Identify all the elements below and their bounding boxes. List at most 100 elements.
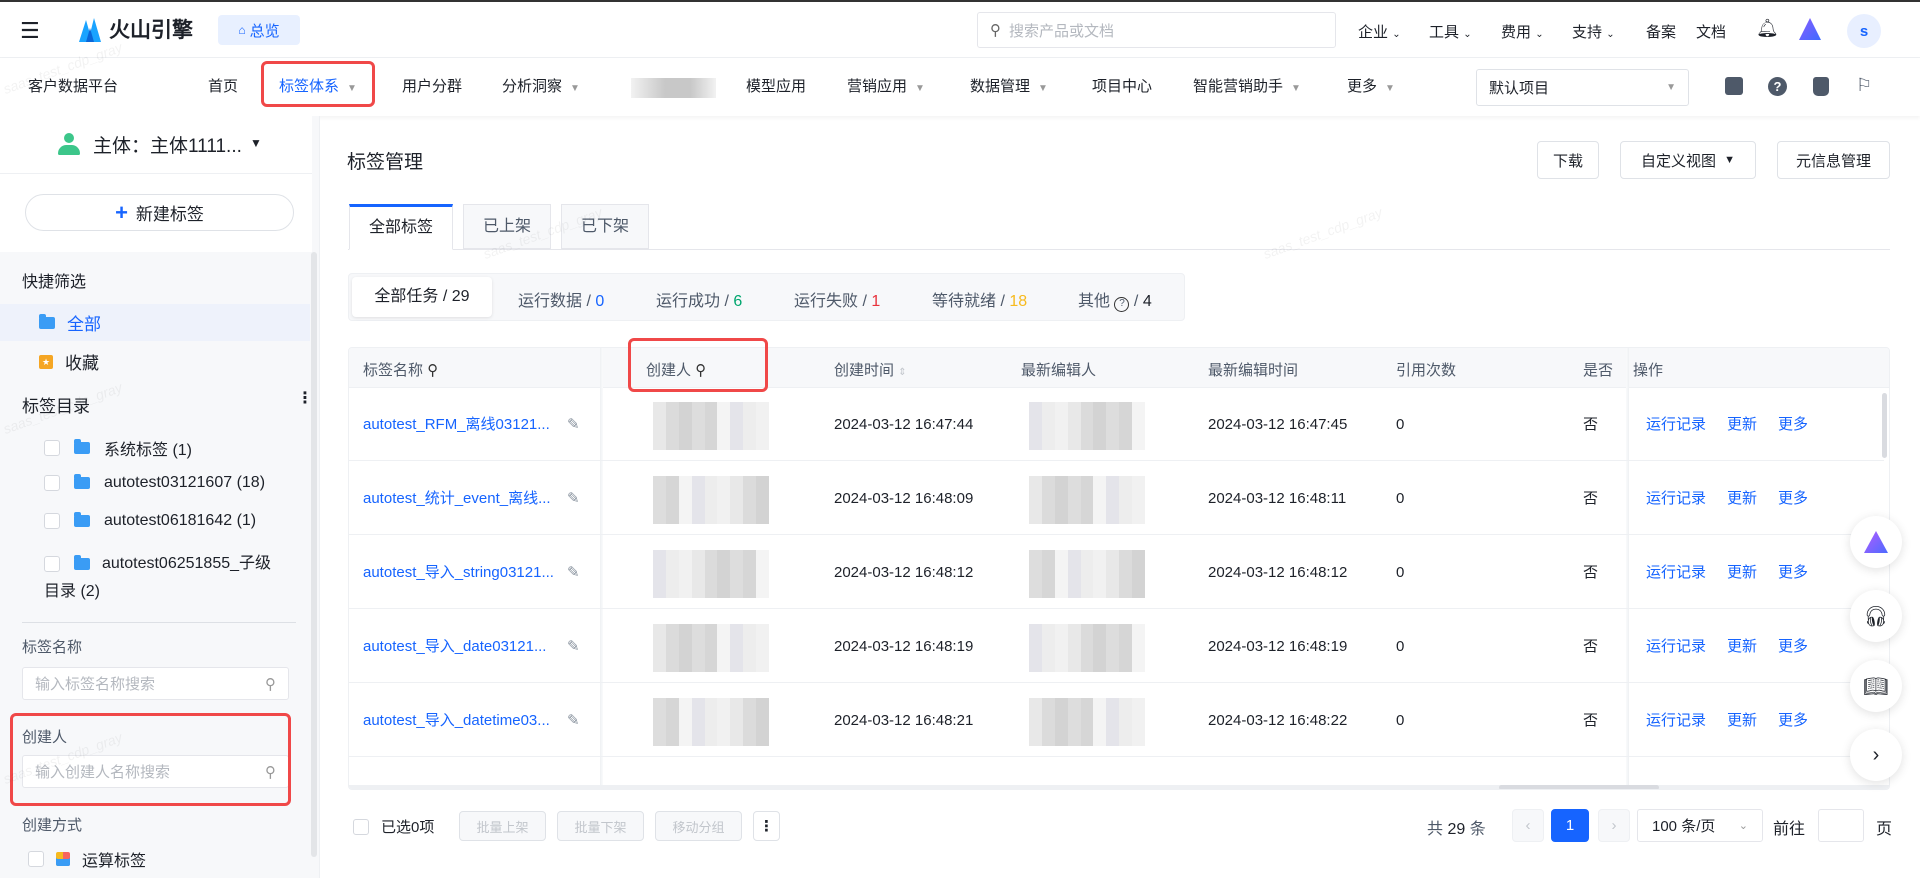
catalog-more-icon[interactable]: ⋮ bbox=[297, 388, 313, 408]
search-icon[interactable]: ⚲ bbox=[427, 362, 438, 379]
docs-float-button[interactable]: 📖︎ bbox=[1850, 660, 1902, 712]
create-method-item[interactable]: 运算标签 bbox=[28, 847, 146, 871]
update-link[interactable]: 更新 bbox=[1727, 684, 1757, 757]
nav-data-management[interactable]: 数据管理 ▼ bbox=[970, 58, 1048, 116]
meta-management-button[interactable]: 元信息管理 bbox=[1777, 141, 1890, 179]
catalog-item[interactable]: autotest06251855_子级目录 (2) bbox=[44, 550, 284, 606]
more-link[interactable]: 更多 bbox=[1778, 388, 1808, 461]
search-icon[interactable]: ⚲ bbox=[695, 362, 706, 379]
nav-tag-system[interactable]: 标签体系 ▼ bbox=[279, 58, 357, 116]
menu-enterprise[interactable]: 企业 ⌄ bbox=[1358, 21, 1401, 42]
nav-model-app[interactable]: 模型应用 bbox=[746, 58, 806, 116]
update-link[interactable]: 更新 bbox=[1727, 536, 1757, 609]
update-link[interactable]: 更新 bbox=[1727, 388, 1757, 461]
more-actions-button[interactable]: ⋮ bbox=[753, 811, 780, 841]
checkbox[interactable] bbox=[44, 555, 60, 572]
overview-button[interactable]: ⌂ 总览 bbox=[218, 15, 300, 45]
help-icon[interactable]: ? bbox=[1768, 77, 1787, 96]
catalog-item[interactable]: autotest06181642 (1) bbox=[44, 512, 256, 530]
quick-filter-favorites[interactable]: ★ 收藏 bbox=[0, 343, 310, 380]
bag-icon[interactable] bbox=[1813, 77, 1829, 96]
message-icon[interactable] bbox=[1725, 77, 1743, 95]
move-group-button[interactable]: 移动分组 bbox=[655, 811, 742, 841]
bulk-unlist-button[interactable]: 批量下架 bbox=[557, 811, 644, 841]
nav-more[interactable]: 更多 ▼ bbox=[1347, 58, 1395, 116]
volcengine-logo[interactable]: 火山引擎 bbox=[77, 14, 193, 44]
nav-smart-assistant[interactable]: 智能营销助手 ▼ bbox=[1193, 58, 1301, 116]
more-link[interactable]: 更多 bbox=[1778, 462, 1808, 535]
ai-assistant-float-button[interactable] bbox=[1850, 516, 1902, 568]
project-select[interactable]: 默认项目 ▼ bbox=[1476, 69, 1689, 106]
custom-view-button[interactable]: 自定义视图 ▼ bbox=[1620, 141, 1756, 179]
run-history-link[interactable]: 运行记录 bbox=[1646, 536, 1706, 609]
tab-all-tags[interactable]: 全部标签 bbox=[349, 204, 453, 250]
status-filter-running[interactable]: 运行数据 / 0 bbox=[518, 287, 604, 311]
checkbox[interactable] bbox=[44, 513, 60, 529]
more-link[interactable]: 更多 bbox=[1778, 684, 1808, 757]
nav-user-segment[interactable]: 用户分群 bbox=[402, 58, 462, 116]
new-tag-button[interactable]: + 新建标签 bbox=[25, 194, 294, 231]
select-all[interactable]: 已选0项 bbox=[353, 816, 434, 837]
quick-filter-all[interactable]: 全部 bbox=[0, 304, 310, 341]
status-filter-success[interactable]: 运行成功 / 6 bbox=[656, 287, 742, 311]
help-circle-icon[interactable]: ? bbox=[1114, 297, 1130, 312]
page-1-button[interactable]: 1 bbox=[1551, 809, 1589, 842]
download-button[interactable]: 下载 bbox=[1537, 141, 1599, 179]
edit-icon[interactable]: ✎ bbox=[567, 610, 580, 683]
tag-name-link[interactable]: autotest_导入_date03121... bbox=[363, 610, 546, 683]
run-history-link[interactable]: 运行记录 bbox=[1646, 388, 1706, 461]
checkbox[interactable] bbox=[44, 475, 60, 491]
update-link[interactable]: 更新 bbox=[1727, 610, 1757, 683]
horizontal-scrollbar[interactable] bbox=[349, 785, 1889, 789]
customer-service-float-button[interactable]: 🎧︎ bbox=[1850, 590, 1902, 642]
status-filter-all[interactable]: 全部任务 / 29 bbox=[352, 277, 492, 317]
vertical-scrollbar[interactable] bbox=[1882, 393, 1887, 458]
bell-icon[interactable]: 🔔︎ bbox=[1756, 18, 1779, 39]
checkbox[interactable] bbox=[353, 818, 369, 835]
status-filter-waiting[interactable]: 等待就绪 / 18 bbox=[932, 287, 1027, 311]
menu-tools[interactable]: 工具 ⌄ bbox=[1429, 21, 1472, 42]
checkbox[interactable] bbox=[28, 851, 44, 867]
run-history-link[interactable]: 运行记录 bbox=[1646, 684, 1706, 757]
nav-marketing-app[interactable]: 营销应用 ▼ bbox=[847, 58, 925, 116]
more-link[interactable]: 更多 bbox=[1778, 610, 1808, 683]
tag-name-link[interactable]: autotest_导入_string03121... bbox=[363, 536, 554, 609]
nav-analysis[interactable]: 分析洞察 ▼ bbox=[502, 58, 580, 116]
bulk-list-button[interactable]: 批量上架 bbox=[459, 811, 546, 841]
sidebar-scrollbar[interactable] bbox=[311, 252, 317, 857]
link-filing[interactable]: 备案 bbox=[1646, 21, 1676, 42]
run-history-link[interactable]: 运行记录 bbox=[1646, 610, 1706, 683]
more-link[interactable]: 更多 bbox=[1778, 536, 1808, 609]
ai-assistant-icon[interactable] bbox=[1799, 18, 1821, 40]
next-page-button[interactable]: › bbox=[1598, 809, 1630, 842]
checkbox[interactable] bbox=[44, 440, 60, 456]
edit-icon[interactable]: ✎ bbox=[567, 388, 580, 461]
nav-project-center[interactable]: 项目中心 bbox=[1092, 58, 1152, 116]
edit-icon[interactable]: ✎ bbox=[567, 684, 580, 757]
menu-support[interactable]: 支持 ⌄ bbox=[1572, 21, 1615, 42]
catalog-item[interactable]: autotest03121607 (18) bbox=[44, 474, 265, 492]
bookmark-add-icon[interactable]: ⚐ bbox=[1856, 75, 1872, 96]
update-link[interactable]: 更新 bbox=[1727, 462, 1757, 535]
page-size-select[interactable]: 100 条/页 ⌄ bbox=[1637, 809, 1763, 842]
tag-name-link[interactable]: autotest_统计_event_离线... bbox=[363, 462, 551, 535]
status-filter-other[interactable]: 其他 ? / 4 bbox=[1078, 287, 1152, 312]
tag-name-link[interactable]: autotest_RFM_离线03121... bbox=[363, 388, 550, 461]
catalog-item[interactable]: 系统标签 (1) bbox=[44, 436, 192, 460]
status-filter-failed[interactable]: 运行失败 / 1 bbox=[794, 287, 880, 311]
global-search-input[interactable]: ⚲ 搜索产品或文档 bbox=[977, 12, 1336, 48]
run-history-link[interactable]: 运行记录 bbox=[1646, 462, 1706, 535]
hamburger-menu-icon[interactable]: ☰ bbox=[20, 18, 40, 44]
nav-home[interactable]: 首页 bbox=[208, 58, 238, 116]
edit-icon[interactable]: ✎ bbox=[567, 462, 580, 535]
collapse-float-button[interactable]: › bbox=[1850, 729, 1902, 781]
menu-billing[interactable]: 费用 ⌄ bbox=[1501, 21, 1544, 42]
goto-page-input[interactable] bbox=[1818, 809, 1864, 842]
avatar[interactable]: s bbox=[1847, 14, 1881, 48]
tag-name-search-input[interactable]: 输入标签名称搜索 ⚲ bbox=[22, 667, 289, 700]
sort-icon[interactable]: ⇕ bbox=[898, 367, 906, 378]
prev-page-button[interactable]: ‹ bbox=[1512, 809, 1544, 842]
horizontal-scrollbar-thumb[interactable] bbox=[1499, 785, 1659, 789]
blurred-nav-item[interactable] bbox=[631, 78, 716, 98]
tag-name-link[interactable]: autotest_导入_datetime03... bbox=[363, 684, 550, 757]
